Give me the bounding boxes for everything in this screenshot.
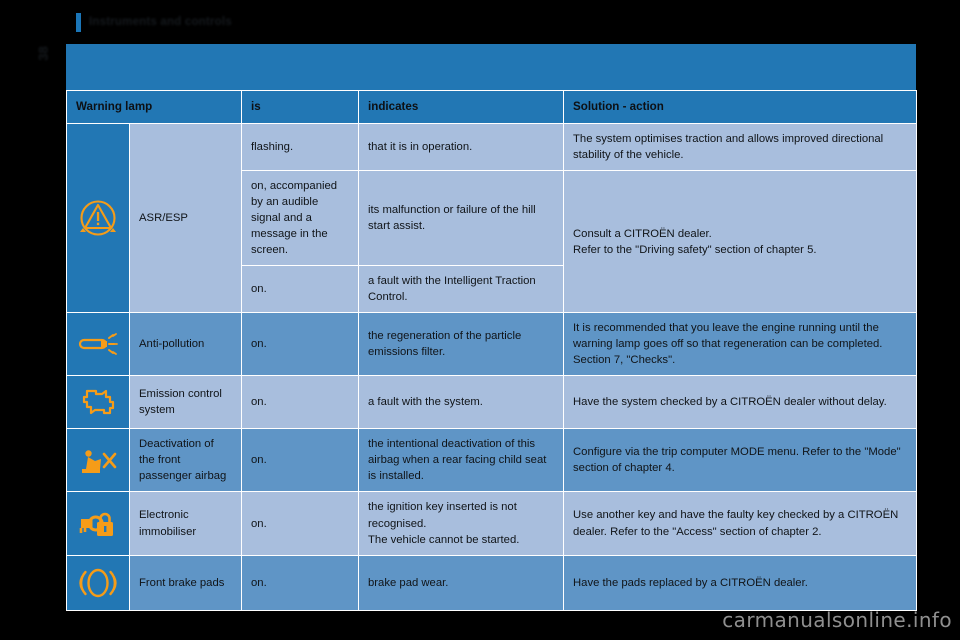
passenger-airbag-off-icon bbox=[66, 428, 130, 493]
lamp-state: on. bbox=[241, 428, 360, 493]
lamp-solution-line-2: Refer to the "Driving safety" section of… bbox=[573, 243, 817, 256]
lamp-name: Anti-pollution bbox=[128, 312, 243, 377]
manual-page: Warning lamp is indicates Solution - act… bbox=[65, 44, 918, 611]
running-head-accent-bar bbox=[76, 12, 81, 32]
lamp-indicates: the ignition key inserted is not recogni… bbox=[358, 491, 565, 556]
lamp-solution: The system optimises traction and allows… bbox=[563, 122, 918, 172]
table-row: Emission control system on. a fault with… bbox=[66, 375, 918, 430]
exhaust-anti-pollution-icon bbox=[66, 312, 130, 377]
lamp-indicates-line-1: the ignition key inserted is not recogni… bbox=[368, 501, 517, 530]
column-header-warning-lamp: Warning lamp bbox=[65, 90, 243, 124]
lamp-indicates: a fault with the system. bbox=[358, 375, 565, 430]
lamp-indicates: the intentional deactivation of this air… bbox=[358, 428, 565, 493]
lamp-solution: Consult a CITROËN dealer. Refer to the "… bbox=[563, 170, 918, 314]
lamp-name: Electronic immobiliser bbox=[128, 491, 243, 556]
lamp-indicates: its malfunction or failure of the hill s… bbox=[358, 170, 565, 267]
page-number-folio: 38 bbox=[30, 38, 56, 68]
lamp-indicates: a fault with the Intelligent Traction Co… bbox=[358, 265, 565, 314]
lamp-indicates: brake pad wear. bbox=[358, 554, 565, 611]
section-banner bbox=[66, 44, 916, 90]
lamp-state: on. bbox=[241, 265, 360, 314]
lamp-indicates: the regeneration of the particle emissio… bbox=[358, 312, 565, 377]
lamp-solution: It is recommended that you leave the eng… bbox=[563, 312, 918, 377]
page-number: 38 bbox=[35, 45, 51, 61]
site-watermark: carmanualsonline.info bbox=[722, 608, 952, 632]
table-row: Electronic immobiliser on. the ignition … bbox=[66, 491, 918, 556]
column-header-indicates: indicates bbox=[358, 90, 565, 124]
lamp-name: Emission control system bbox=[128, 375, 243, 430]
lamp-indicates-line-2: The vehicle cannot be started. bbox=[368, 533, 520, 546]
check-engine-icon bbox=[66, 375, 130, 430]
lamp-state: on. bbox=[241, 554, 360, 611]
lamp-state: on. bbox=[241, 312, 360, 377]
column-header-solution: Solution - action bbox=[563, 90, 918, 124]
lamp-solution: Have the pads replaced by a CITROËN deal… bbox=[563, 554, 918, 611]
lamp-indicates: that it is in operation. bbox=[358, 122, 565, 172]
lamp-solution: Configure via the trip computer MODE men… bbox=[563, 428, 918, 493]
lamp-state: on. bbox=[241, 375, 360, 430]
lamp-solution: Use another key and have the faulty key … bbox=[563, 491, 918, 556]
table-row: Deactivation of the front passenger airb… bbox=[66, 428, 918, 493]
table-row: Front brake pads on. brake pad wear. Hav… bbox=[66, 554, 918, 611]
esp-skid-warning-icon bbox=[66, 122, 130, 314]
lamp-state: flashing. bbox=[241, 122, 360, 172]
lamp-solution: Have the system checked by a CITROËN dea… bbox=[563, 375, 918, 430]
lamp-name: Front brake pads bbox=[128, 554, 243, 611]
electronic-immobiliser-icon bbox=[66, 491, 130, 556]
table-header-row: Warning lamp is indicates Solution - act… bbox=[65, 90, 918, 124]
lamp-state: on. bbox=[241, 491, 360, 556]
lamp-name: Deactivation of the front passenger airb… bbox=[128, 428, 243, 493]
running-head-title: Instruments and controls bbox=[89, 16, 232, 28]
lamp-solution-line-1: Consult a CITROËN dealer. bbox=[573, 227, 712, 240]
table-row: Anti-pollution on. the regeneration of t… bbox=[66, 312, 918, 377]
warning-lamp-table: Warning lamp is indicates Solution - act… bbox=[65, 90, 918, 611]
lamp-state: on, accompanied by an audible signal and… bbox=[241, 170, 360, 267]
front-brake-pads-icon bbox=[66, 554, 130, 611]
table-row: ASR/ESP flashing. that it is in operatio… bbox=[66, 122, 918, 314]
lamp-name: ASR/ESP bbox=[128, 122, 243, 314]
running-head: Instruments and controls bbox=[76, 12, 232, 32]
column-header-is: is bbox=[241, 90, 360, 124]
